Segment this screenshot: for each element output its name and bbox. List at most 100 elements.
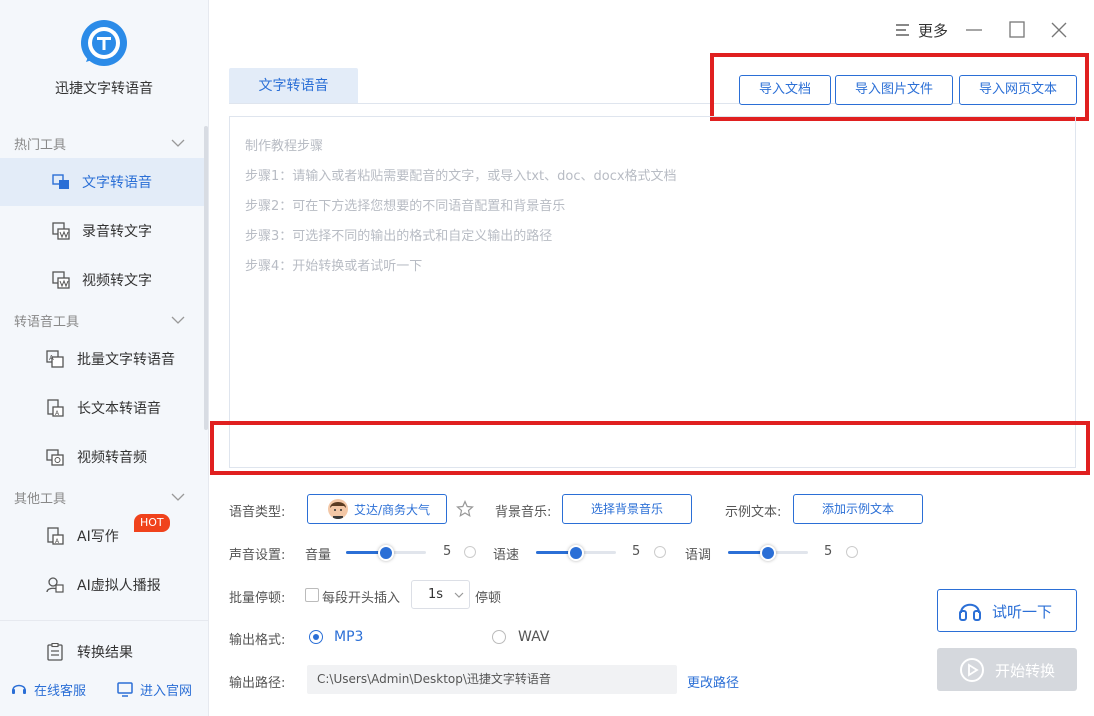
volume-slider[interactable] (346, 544, 426, 561)
sidebar-item-ai-virtual-anchor[interactable]: AI虚拟人播报 (0, 561, 204, 609)
select-bg-music-button[interactable]: 选择背景音乐 (562, 494, 692, 524)
pause-checkbox-label: 每段开头插入 (322, 591, 401, 606)
speed-slider[interactable] (536, 544, 616, 561)
sidebar-item-label: 视频转音频 (77, 450, 147, 466)
audio-to-text-icon (52, 222, 70, 240)
sample-text-label: 示例文本: (725, 505, 782, 520)
pause-duration-select[interactable]: 1s (411, 580, 470, 609)
menu-icon[interactable] (893, 18, 913, 42)
listen-button[interactable]: 试听一下 (937, 589, 1077, 632)
voice-name: 艾达/商务大气 (354, 503, 431, 517)
app-name: 迅捷文字转语音 (55, 81, 153, 97)
video-to-audio-icon (46, 449, 64, 466)
format-mp3-label[interactable]: MP3 (334, 629, 363, 645)
pitch-slider[interactable] (728, 544, 808, 561)
headphones-icon (959, 603, 981, 621)
svg-text:A: A (49, 354, 54, 362)
app-logo-icon (81, 20, 127, 66)
add-sample-text-button[interactable]: 添加示例文本 (793, 494, 923, 524)
section-title-hot-tools: 热门工具 (14, 138, 67, 153)
highlight-box-editor-bottom (210, 421, 1090, 475)
sidebar-item-ai-writing[interactable]: A AI写作 (0, 512, 204, 560)
sidebar-item-label: 文字转语音 (82, 175, 152, 191)
video-to-text-icon (52, 271, 70, 289)
sidebar-scrollbar[interactable] (204, 126, 208, 430)
sidebar-item-label: AI写作 (77, 529, 119, 545)
chevron-down-icon (454, 592, 464, 598)
sidebar-item-audio-to-text[interactable]: 录音转文字 (0, 207, 204, 255)
reset-icon[interactable] (464, 546, 476, 558)
minimize-icon[interactable] (963, 18, 985, 42)
pitch-value: 5 (824, 544, 833, 559)
hint-step-2: 步骤2：可在下方选择您想要的不同语音配置和背景音乐 (245, 199, 566, 214)
voice-type-label: 语音类型: (229, 505, 286, 520)
sound-settings-label: 声音设置: (229, 548, 286, 563)
start-label: 开始转换 (995, 662, 1056, 680)
bg-music-label: 背景音乐: (495, 505, 552, 520)
pause-duration-value: 1s (428, 587, 444, 602)
batch-pause-label: 批量停顿: (229, 591, 286, 606)
online-service-link[interactable]: 在线客服 (34, 680, 86, 699)
sidebar-item-video-to-audio[interactable]: 视频转音频 (0, 433, 204, 481)
section-title-other-tools: 其他工具 (14, 492, 67, 507)
sidebar-item-label: 视频转文字 (82, 273, 152, 289)
output-format-label: 输出格式: (229, 633, 286, 648)
sidebar-item-label: 录音转文字 (82, 224, 152, 240)
chevron-down-icon[interactable] (170, 489, 186, 505)
official-site-link[interactable]: 进入官网 (140, 680, 192, 699)
maximize-icon[interactable] (1006, 18, 1028, 42)
format-wav-label[interactable]: WAV (518, 629, 549, 645)
voice-select-button[interactable]: 艾达/商务大气 (307, 494, 447, 524)
ai-writing-icon: A (47, 527, 64, 545)
format-wav-radio[interactable] (492, 630, 506, 644)
close-icon[interactable] (1048, 18, 1070, 42)
more-menu[interactable]: 更多 (918, 20, 948, 41)
output-path-label: 输出路径: (229, 676, 286, 691)
pitch-label: 语调 (685, 548, 712, 563)
sidebar-item-long-text-to-speech[interactable]: A 长文本转语音 (0, 384, 204, 432)
speed-value: 5 (632, 544, 641, 559)
pause-checkbox[interactable] (305, 588, 319, 602)
speed-label: 语速 (493, 548, 520, 563)
sidebar-item-label: 批量文字转语音 (77, 352, 175, 368)
start-conversion-button[interactable]: 开始转换 (937, 648, 1077, 691)
long-text-icon: A (47, 399, 64, 417)
sidebar-item-video-to-text[interactable]: 视频转文字 (0, 256, 204, 304)
tab-text-to-speech[interactable]: 文字转语音 (229, 68, 358, 104)
hint-step-1: 步骤1：请输入或者粘贴需要配音的文字，或导入txt、doc、docx格式文档 (245, 169, 677, 184)
listen-label: 试听一下 (992, 603, 1053, 621)
sidebar-divider (0, 620, 208, 621)
sidebar-item-text-to-speech[interactable]: 文字转语音 (0, 158, 204, 206)
volume-slider-handle[interactable] (378, 544, 394, 561)
play-icon (960, 658, 984, 682)
hint-step-4: 步骤4：开始转换或者试听一下 (245, 259, 423, 274)
sidebar: 迅捷文字转语音 热门工具 文字转语音 录音转文字 视频转文字 转语音工具 A 批… (0, 0, 209, 716)
section-title-speech-tools: 转语音工具 (14, 315, 80, 330)
reset-icon[interactable] (846, 546, 858, 558)
format-mp3-radio[interactable] (309, 630, 323, 644)
results-icon (47, 643, 63, 661)
volume-label: 音量 (305, 548, 332, 563)
highlight-box-import (710, 53, 1089, 121)
text-to-speech-icon (52, 174, 69, 189)
output-path-field[interactable]: C:\Users\Admin\Desktop\迅捷文字转语音 (307, 665, 677, 694)
avatar (328, 499, 348, 519)
reset-icon[interactable] (654, 546, 666, 558)
monitor-icon (117, 682, 133, 697)
pause-suffix: 停顿 (475, 591, 502, 606)
hot-badge: HOT (134, 514, 170, 532)
hint-step-3: 步骤3：可选择不同的输出的格式和自定义输出的路径 (245, 229, 553, 244)
sidebar-item-conversion-results[interactable]: 转换结果 (0, 628, 204, 676)
chevron-down-icon[interactable] (170, 312, 186, 328)
batch-text-icon: A (46, 350, 64, 368)
star-icon[interactable] (456, 500, 474, 518)
pitch-slider-handle[interactable] (760, 544, 776, 561)
volume-value: 5 (443, 544, 452, 559)
chevron-down-icon[interactable] (170, 135, 186, 151)
sidebar-item-label: 转换结果 (77, 645, 133, 661)
headset-icon (12, 684, 26, 694)
speed-slider-handle[interactable] (568, 544, 584, 561)
virtual-anchor-icon (46, 577, 64, 593)
change-path-link[interactable]: 更改路径 (687, 672, 739, 691)
sidebar-item-batch-text-to-speech[interactable]: A 批量文字转语音 (0, 335, 204, 383)
